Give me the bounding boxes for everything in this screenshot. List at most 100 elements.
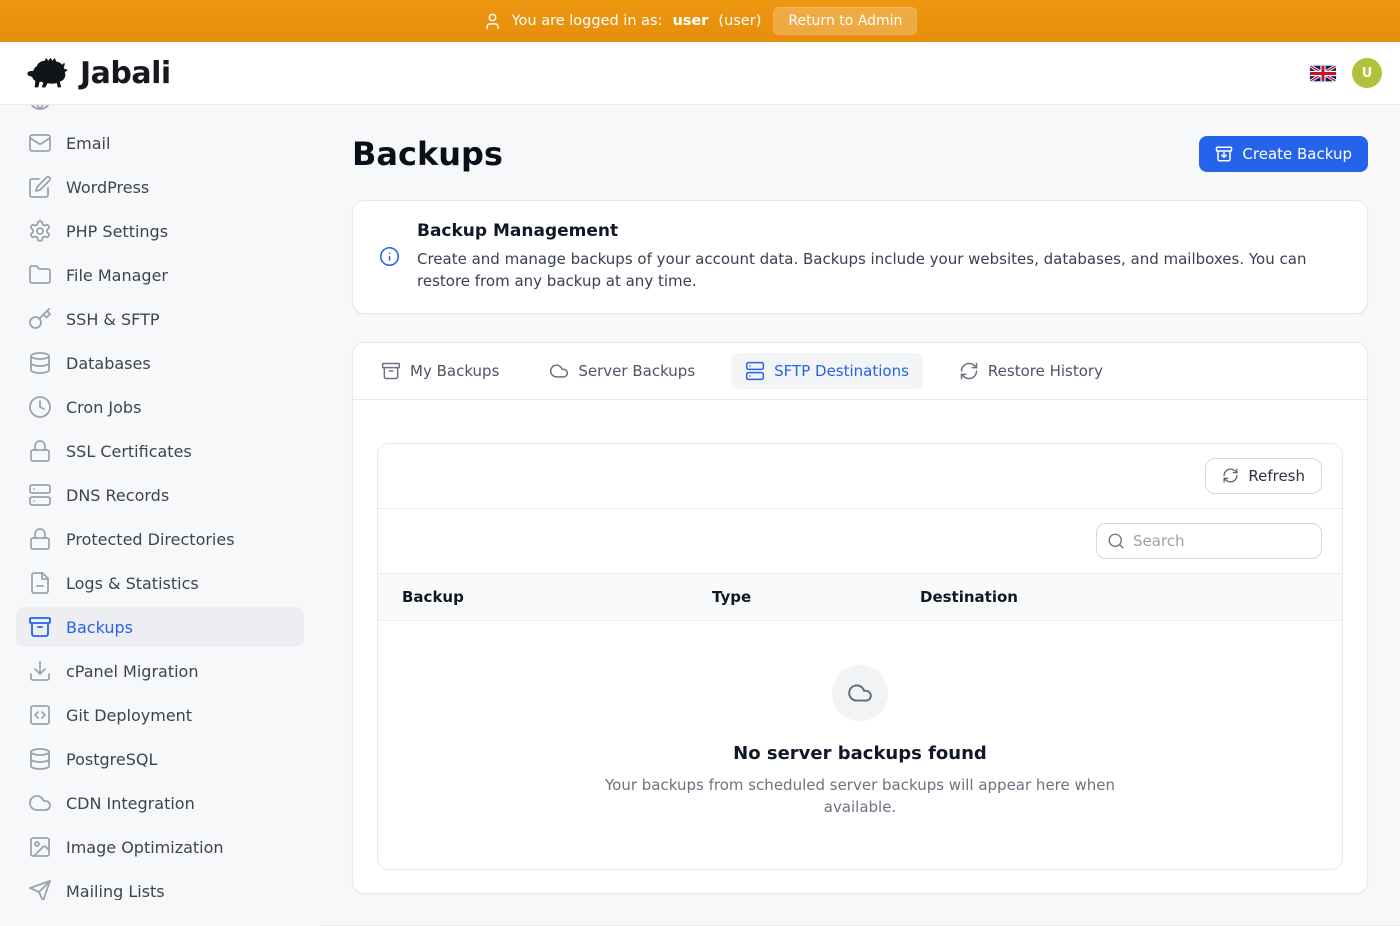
refresh-button[interactable]: Refresh [1205,458,1322,494]
admin-impersonation-bar: You are logged in as: user (user) Return… [0,0,1400,42]
user-avatar[interactable]: U [1352,58,1382,88]
sidebar-item-ssh-sftp[interactable]: SSH & SFTP [16,299,304,339]
column-header-destination: Destination [920,588,1318,606]
sidebar-item-clipped[interactable] [16,105,304,119]
main-content: Backups Create Backup Backup Management … [320,105,1400,900]
info-card-title: Backup Management [417,221,1341,241]
sidebar-item-file-manager[interactable]: File Manager [16,255,304,295]
lock-icon [28,527,52,551]
sidebar-item-label: PostgreSQL [66,750,157,769]
sidebar-item-backups[interactable]: Backups [16,607,304,647]
backups-tab-bar: My Backups Server Backups SFTP Destinati… [353,343,1367,400]
empty-state-icon-circle [832,665,888,721]
empty-state: No server backups found Your backups fro… [378,621,1342,869]
empty-state-title: No server backups found [733,743,987,764]
create-backup-label: Create Backup [1242,145,1352,163]
column-header-backup: Backup [402,588,712,606]
toolbar-row: Refresh [378,444,1342,509]
cloud-icon [549,361,569,381]
sidebar-item-email[interactable]: Email [16,123,304,163]
sidebar-nav: Email WordPress PHP Settings File Manage… [0,105,320,900]
empty-state-description: Your backups from scheduled server backu… [600,774,1120,819]
server-icon [28,483,52,507]
table-header-row: Backup Type Destination [378,573,1342,621]
code-icon [28,703,52,727]
sidebar-item-postgresql[interactable]: PostgreSQL [16,739,304,779]
search-row [378,509,1342,573]
sidebar-item-cdn-integration[interactable]: CDN Integration [16,783,304,823]
refresh-label: Refresh [1248,467,1305,485]
send-icon [28,879,52,900]
refresh-icon [959,361,979,381]
backup-management-info-card: Backup Management Create and manage back… [352,200,1368,314]
page-header: Backups Create Backup [352,135,1368,173]
user-icon [483,12,502,31]
info-card-description: Create and manage backups of your accoun… [417,249,1341,293]
column-header-type: Type [712,588,920,606]
sidebar-item-label: WordPress [66,178,149,197]
sidebar-item-label: Cron Jobs [66,398,141,417]
sidebar-item-label: Databases [66,354,151,373]
section-divider [320,925,1400,926]
tab-label: My Backups [410,362,499,380]
sidebar-item-databases[interactable]: Databases [16,343,304,383]
return-to-admin-button[interactable]: Return to Admin [773,7,917,35]
tab-server-backups[interactable]: Server Backups [535,353,709,389]
file-icon [28,571,52,595]
sidebar-item-ssl-certificates[interactable]: SSL Certificates [16,431,304,471]
sidebar-item-mailing-lists[interactable]: Mailing Lists [16,871,304,900]
sidebar-item-git-deployment[interactable]: Git Deployment [16,695,304,735]
sidebar-item-label: PHP Settings [66,222,168,241]
tab-my-backups[interactable]: My Backups [367,353,513,389]
info-card-content: Backup Management Create and manage back… [417,221,1341,293]
sidebar-item-label: CDN Integration [66,794,195,813]
sidebar-item-php-settings[interactable]: PHP Settings [16,211,304,251]
header-actions: U [1310,58,1382,88]
brand-logo[interactable]: Jabali [26,56,171,91]
logged-in-prefix: You are logged in as: [512,13,663,29]
sidebar-item-label: Email [66,134,110,153]
sidebar-item-protected-directories[interactable]: Protected Directories [16,519,304,559]
sidebar-item-label: Mailing Lists [66,882,165,901]
server-icon [745,361,765,381]
sidebar-item-label: SSL Certificates [66,442,192,461]
sidebar-item-dns-records[interactable]: DNS Records [16,475,304,515]
sidebar-item-label: Logs & Statistics [66,574,199,593]
refresh-icon [1222,467,1239,484]
database-icon [28,351,52,375]
sidebar-item-label: File Manager [66,266,168,285]
sidebar-item-label: Protected Directories [66,530,235,549]
create-backup-button[interactable]: Create Backup [1199,136,1368,172]
sidebar-item-wordpress[interactable]: WordPress [16,167,304,207]
sidebar-item-cron-jobs[interactable]: Cron Jobs [16,387,304,427]
globe-icon [28,105,52,111]
archive-icon [381,361,401,381]
cloud-icon [847,680,873,706]
edit-icon [28,175,52,199]
language-flag-icon[interactable] [1310,65,1336,82]
logged-in-role: (user) [718,13,761,29]
logged-in-message: You are logged in as: user (user) [483,12,762,31]
search-box [1096,523,1322,559]
page-title: Backups [352,135,503,173]
sidebar-item-logs-statistics[interactable]: Logs & Statistics [16,563,304,603]
clock-icon [28,395,52,419]
search-icon [1107,532,1125,550]
tab-restore-history[interactable]: Restore History [945,353,1117,389]
sidebar-item-label: Git Deployment [66,706,192,725]
cloud-icon [28,791,52,815]
image-icon [28,835,52,859]
download-icon [28,659,52,683]
key-icon [28,307,52,331]
sidebar-item-cpanel-migration[interactable]: cPanel Migration [16,651,304,691]
sidebar-item-label: SSH & SFTP [66,310,160,329]
backups-panel: My Backups Server Backups SFTP Destinati… [352,342,1368,894]
brand-name: Jabali [80,56,171,91]
mail-icon [28,131,52,155]
site-header: Jabali U [0,42,1400,105]
tab-label: Server Backups [578,362,695,380]
tab-label: SFTP Destinations [774,362,909,380]
search-input[interactable] [1096,523,1322,559]
tab-sftp-destinations[interactable]: SFTP Destinations [731,353,923,389]
sidebar-item-image-optimization[interactable]: Image Optimization [16,827,304,867]
